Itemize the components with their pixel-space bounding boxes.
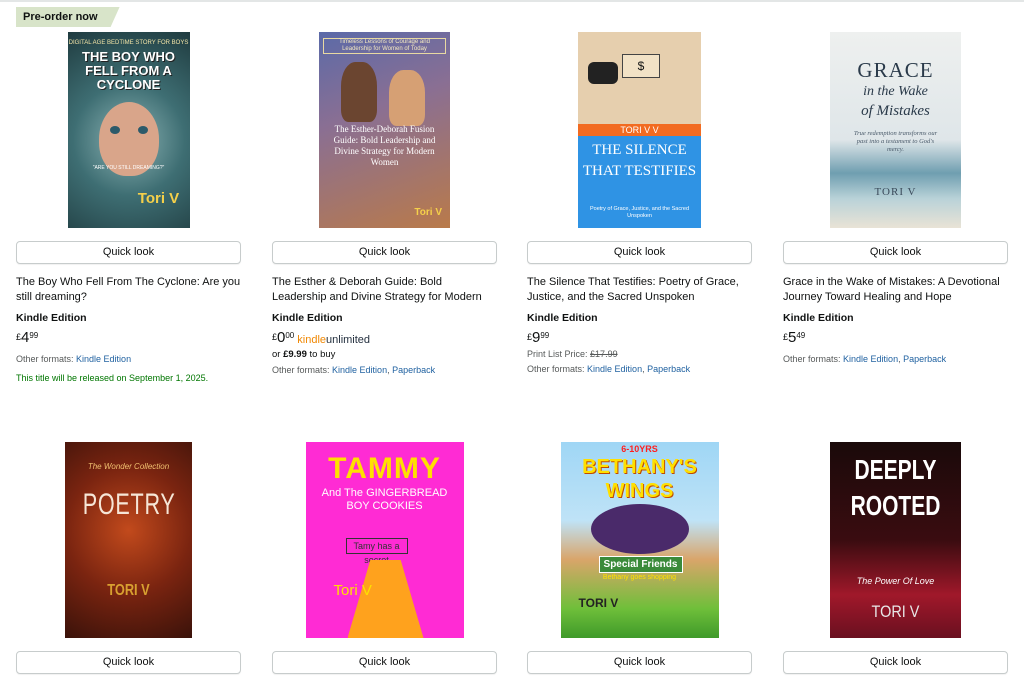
quick-look-button[interactable]: Quick look (272, 651, 497, 674)
product-title[interactable]: The Silence That Testifies: Poetry of Gr… (527, 275, 752, 305)
quick-look-button[interactable]: Quick look (527, 241, 752, 264)
product-card: DIGITAL AGE BEDTIME STORY FOR BOYS THE B… (16, 32, 241, 383)
figure-left-art (341, 62, 377, 122)
figure-right-art (389, 70, 425, 126)
other-formats: Other formats: Kindle Edition, Paperback (783, 354, 947, 364)
quick-look-button[interactable]: Quick look (527, 651, 752, 674)
quick-look-button[interactable]: Quick look (783, 241, 1008, 264)
top-divider (0, 0, 1024, 2)
price: £5 49 (783, 329, 806, 346)
format-link-kindle[interactable]: Kindle Edition (332, 365, 387, 375)
release-note: This title will be released on September… (16, 373, 209, 383)
book-cover-esther-deborah[interactable]: Timeless Lessons of Courage and Leadersh… (319, 32, 450, 228)
product-card: $ TORI V V THE SILENCE THAT TESTIFIES Po… (527, 32, 752, 374)
book-cover-deeply-rooted[interactable]: DEEPLY ROOTED The Power Of Love TORI V (830, 442, 961, 638)
banknote-icon: $ (622, 54, 660, 78)
other-formats: Other formats: Kindle Edition, Paperback (527, 364, 691, 374)
book-cover-tammy[interactable]: TAMMY And The GINGERBREAD BOY COOKIES Ta… (305, 442, 464, 638)
product-card: GRACE in the Wake of Mistakes True redem… (783, 32, 1008, 364)
format-label: Kindle Edition (16, 312, 87, 324)
buy-price: or £9.99 to buy (272, 349, 336, 360)
format-link-paperback[interactable]: Paperback (392, 365, 435, 375)
list-price: Print List Price: £17.99 (527, 349, 618, 359)
format-label: Kindle Edition (783, 312, 854, 324)
format-link-kindle[interactable]: Kindle Edition (76, 354, 131, 364)
kindle-unlimited-logo: kindleunlimited (297, 334, 371, 346)
book-cover-silence-testifies[interactable]: $ TORI V V THE SILENCE THAT TESTIFIES Po… (578, 32, 701, 228)
product-card: DEEPLY ROOTED The Power Of Love TORI V Q… (783, 442, 1008, 674)
format-link-paperback[interactable]: Paperback (903, 354, 946, 364)
format-label: Kindle Edition (272, 312, 343, 324)
other-formats: Other formats: Kindle Edition, Paperback (272, 365, 436, 375)
other-formats: Other formats: Kindle Edition (16, 354, 132, 364)
book-cover-boy-who-fell[interactable]: DIGITAL AGE BEDTIME STORY FOR BOYS THE B… (67, 32, 190, 228)
format-label: Kindle Edition (527, 312, 598, 324)
preorder-badge: Pre-order now (16, 7, 120, 27)
book-cover-poetry[interactable]: The Wonder Collection POETRY TORI V (65, 442, 192, 638)
quick-look-button[interactable]: Quick look (16, 241, 241, 264)
price: £0 00 kindleunlimited (272, 329, 371, 346)
hand-art (588, 62, 618, 84)
butterfly-wings-art (590, 504, 689, 554)
quick-look-button[interactable]: Quick look (16, 651, 241, 674)
product-card: Timeless Lessons of Courage and Leadersh… (272, 32, 497, 375)
girl-dress-art (347, 560, 424, 638)
product-card: 6-10YRS BETHANY'S WINGS Special Friends … (527, 442, 752, 674)
price: £4 99 (16, 329, 39, 346)
product-title[interactable]: Grace in the Wake of Mistakes: A Devotio… (783, 275, 1008, 305)
format-link-paperback[interactable]: Paperback (647, 364, 690, 374)
product-title[interactable]: The Boy Who Fell From The Cyclone: Are y… (16, 275, 241, 305)
book-cover-grace-wake[interactable]: GRACE in the Wake of Mistakes True redem… (830, 32, 961, 228)
format-link-kindle[interactable]: Kindle Edition (587, 364, 642, 374)
price: £9 99 (527, 329, 550, 346)
quick-look-button[interactable]: Quick look (272, 241, 497, 264)
product-card: The Wonder Collection POETRY TORI V Quic… (16, 442, 241, 674)
product-card: TAMMY And The GINGERBREAD BOY COOKIES Ta… (272, 442, 497, 674)
book-cover-bethanys-wings[interactable]: 6-10YRS BETHANY'S WINGS Special Friends … (560, 442, 719, 638)
format-link-kindle[interactable]: Kindle Edition (843, 354, 898, 364)
quick-look-button[interactable]: Quick look (783, 651, 1008, 674)
product-title[interactable]: The Esther & Deborah Guide: Bold Leaders… (272, 275, 497, 305)
